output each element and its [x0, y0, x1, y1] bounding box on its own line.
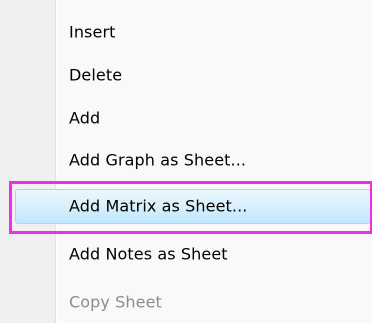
menu-item-add[interactable]: Add: [0, 99, 372, 137]
menu-item-copy-sheet: Copy Sheet: [0, 283, 372, 321]
menu-item-label: Add Graph as Sheet...: [69, 150, 247, 170]
menu-item-add-graph-as-sheet[interactable]: Add Graph as Sheet...: [0, 141, 372, 179]
menu-item-label: Add: [69, 108, 101, 128]
menu-item-label: Delete: [69, 65, 123, 85]
menu-item-delete[interactable]: Delete: [0, 56, 372, 94]
menu-item-add-matrix-as-sheet[interactable]: Add Matrix as Sheet...: [0, 187, 372, 225]
menu-item-label: Copy Sheet: [69, 292, 162, 312]
menu-item-add-notes-as-sheet[interactable]: Add Notes as Sheet: [0, 235, 372, 273]
menu-item-label: Add Matrix as Sheet...: [69, 196, 248, 216]
menu-item-label: Add Notes as Sheet: [69, 244, 228, 264]
menu-item-insert[interactable]: Insert: [0, 13, 372, 51]
menu-item-label: Insert: [69, 22, 116, 42]
context-menu: Insert Delete Add Add Graph as Sheet... …: [0, 0, 372, 323]
